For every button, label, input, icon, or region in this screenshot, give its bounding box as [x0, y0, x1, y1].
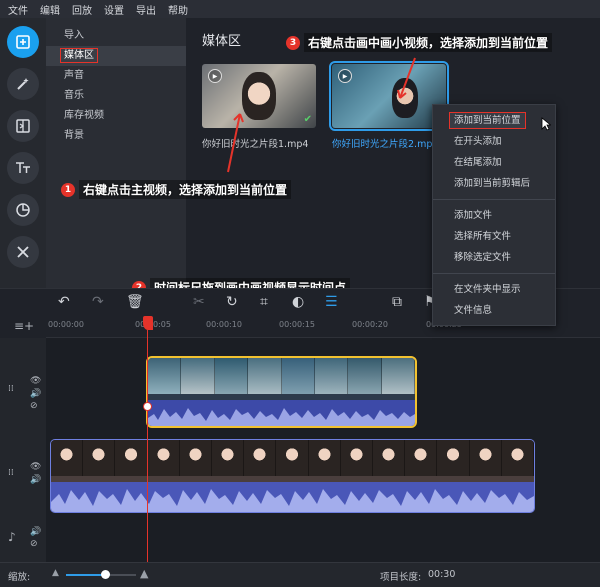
pip-video-clip[interactable] — [146, 356, 417, 428]
menu-show-in-folder[interactable]: 在文件夹中显示 — [433, 279, 555, 300]
link-icon[interactable]: ⊘ — [30, 539, 38, 549]
keyframe-dot[interactable] — [143, 402, 152, 411]
pip-icon[interactable]: ⧉ — [392, 294, 402, 310]
eye-icon[interactable]: 👁 — [30, 376, 41, 386]
ruler-tick: 00:00:20 — [352, 320, 388, 329]
menu-separator — [433, 273, 555, 274]
clip-properties-icon[interactable]: ☰ — [325, 294, 338, 310]
ruler-tick: 00:00:00 — [48, 320, 84, 329]
speaker-icon[interactable]: 🔊 — [30, 389, 41, 399]
timeline: ⁞⁞ 👁 🔊 ⊘ ⁞⁞ 👁 🔊 ♪ 🔊 ⊘ — [0, 338, 600, 562]
menu-select-all-files[interactable]: 选择所有文件 — [433, 226, 555, 247]
clip-frames — [148, 358, 415, 394]
waveform-shape — [148, 408, 415, 426]
project-length-value: 00:30 — [428, 569, 456, 580]
playhead-handle[interactable] — [143, 316, 153, 330]
menu-add-at-end[interactable]: 在结尾添加 — [433, 152, 555, 173]
crop-icon[interactable]: ⌗ — [260, 294, 268, 310]
music-note-icon: ♪ — [8, 530, 16, 544]
rotate-icon[interactable]: ↻ — [226, 294, 238, 310]
mouse-cursor-icon — [541, 117, 551, 131]
zoom-label: 缩放: — [8, 572, 31, 583]
menu-add-at-start[interactable]: 在开头添加 — [433, 131, 555, 152]
menu-remove-selected-files[interactable]: 移除选定文件 — [433, 247, 555, 268]
speaker-icon[interactable]: 🔊 — [30, 527, 41, 537]
clip-frames — [51, 440, 534, 476]
annotation-1: 1 右键点击主视频，选择添加到当前位置 — [61, 180, 292, 199]
menu-add-files[interactable]: 添加文件 — [433, 205, 555, 226]
waveform-shape — [51, 489, 534, 512]
project-length-label: 项目长度: — [380, 572, 422, 583]
ruler-tick: 00:00:15 — [279, 320, 315, 329]
annotation-3: 3 右键点击画中画小视频，选择添加到当前位置 — [286, 33, 553, 52]
color-adjust-icon[interactable]: ◐ — [292, 294, 304, 310]
status-bar: 缩放: ▲ ▲ 项目长度: 00:30 — [0, 562, 600, 587]
menu-add-at-current-position[interactable]: 添加到当前位置 — [433, 110, 555, 131]
playhead-line[interactable] — [147, 330, 148, 562]
zoom-slider-fill — [66, 574, 105, 576]
drag-handle-icon[interactable]: ⁞⁞ — [8, 384, 14, 394]
video-editor-window: 文件 编辑 回放 设置 导出 帮助 导入 媒体区 声音 音乐 库存视频 背景 媒… — [0, 0, 600, 587]
add-track-icon[interactable]: ≡+ — [14, 319, 34, 333]
zoom-out-icon[interactable]: ▲ — [52, 568, 59, 578]
undo-icon[interactable]: ↶ — [58, 294, 70, 310]
zoom-in-icon[interactable]: ▲ — [140, 567, 148, 580]
menu-file-info[interactable]: 文件信息 — [433, 300, 555, 321]
cut-icon[interactable]: ✂ — [193, 294, 205, 310]
drag-handle-icon[interactable]: ⁞⁞ — [8, 468, 14, 478]
delete-icon[interactable]: 🗑 — [126, 294, 144, 310]
zoom-slider-thumb[interactable] — [101, 570, 110, 579]
main-video-clip[interactable] — [50, 439, 535, 513]
menu-separator — [433, 199, 555, 200]
redo-icon[interactable]: ↷ — [92, 294, 104, 310]
speaker-icon[interactable]: 🔊 — [30, 475, 41, 485]
ruler-tick: 00:00:10 — [206, 320, 242, 329]
eye-icon[interactable]: 👁 — [30, 462, 41, 472]
menu-add-after-current-clip[interactable]: 添加到当前剪辑后 — [433, 173, 555, 194]
link-icon[interactable]: ⊘ — [30, 401, 38, 411]
context-menu: 添加到当前位置 在开头添加 在结尾添加 添加到当前剪辑后 添加文件 选择所有文件… — [432, 104, 556, 326]
